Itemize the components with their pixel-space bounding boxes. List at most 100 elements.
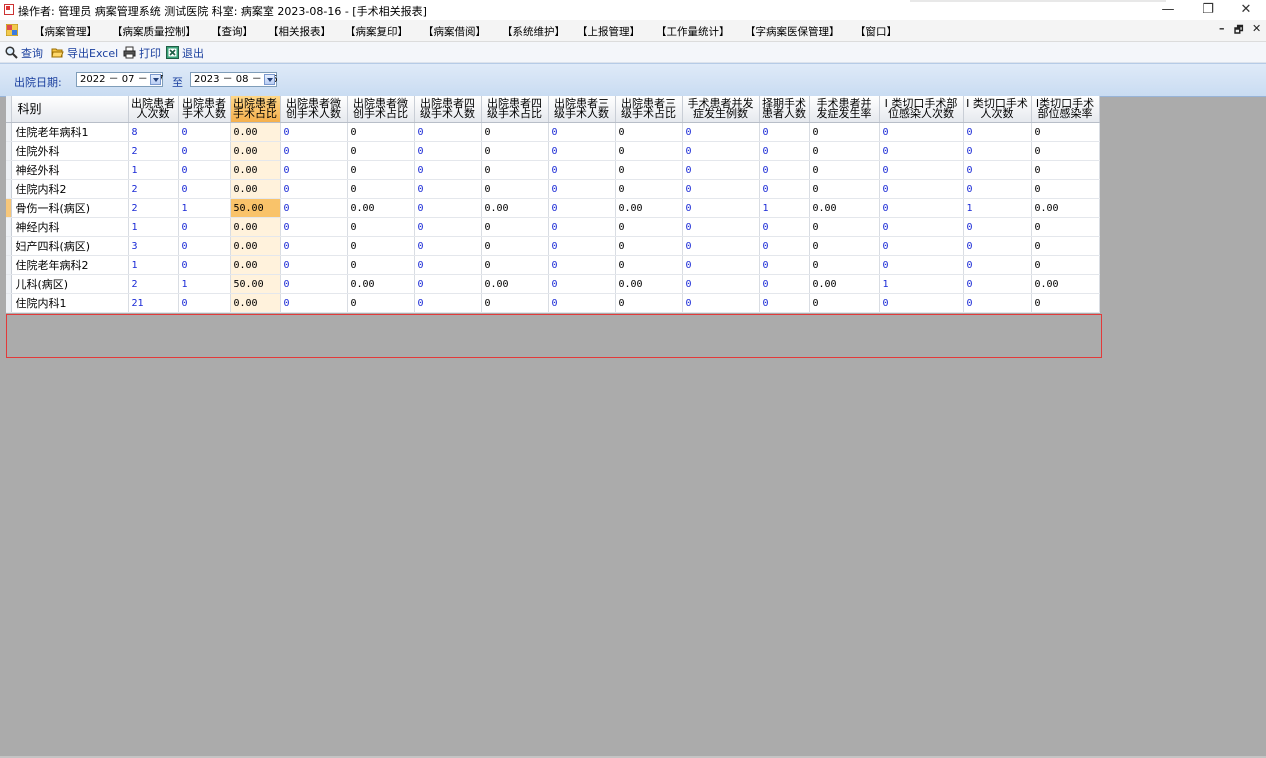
- table-cell[interactable]: 0: [963, 179, 1032, 199]
- column-header-11[interactable]: 择期手术患者人数: [759, 96, 810, 123]
- table-cell[interactable]: 0: [1031, 217, 1100, 237]
- date-from-picker[interactable]: 2022 － 07 － 17: [76, 72, 164, 87]
- table-cell[interactable]: 0: [481, 255, 549, 275]
- table-cell[interactable]: 0: [347, 122, 415, 142]
- table-cell[interactable]: 0: [347, 236, 415, 256]
- table-cell[interactable]: 2: [128, 198, 179, 218]
- table-cell[interactable]: 0: [481, 179, 549, 199]
- table-cell[interactable]: 0.00: [230, 293, 281, 313]
- table-cell[interactable]: 1: [128, 160, 179, 180]
- table-cell[interactable]: 0: [347, 293, 415, 313]
- table-cell[interactable]: 0: [414, 122, 482, 142]
- table-cell[interactable]: 1: [178, 274, 231, 294]
- table-cell[interactable]: 0: [280, 179, 348, 199]
- table-cell[interactable]: 0: [759, 160, 810, 180]
- column-header-7[interactable]: 出院患者四级手术占比: [481, 96, 549, 123]
- column-header-5[interactable]: 出院患者微创手术占比: [347, 96, 415, 123]
- column-header-14[interactable]: I 类切口手术人次数: [963, 96, 1032, 123]
- table-cell[interactable]: 0: [280, 198, 348, 218]
- menu-bingan-guanli[interactable]: 【病案管理】: [34, 24, 97, 39]
- table-cell[interactable]: 0: [1031, 141, 1100, 161]
- table-cell[interactable]: 8: [128, 122, 179, 142]
- table-cell[interactable]: 0: [178, 293, 231, 313]
- table-cell[interactable]: 0: [682, 179, 760, 199]
- department-cell[interactable]: 儿科(病区): [11, 274, 129, 294]
- column-header-9[interactable]: 出院患者三级手术占比: [615, 96, 683, 123]
- table-cell[interactable]: 0.00: [809, 274, 880, 294]
- date-to-picker[interactable]: 2023 － 08 － 16: [190, 72, 278, 87]
- table-cell[interactable]: 0: [481, 217, 549, 237]
- table-cell[interactable]: 0: [682, 198, 760, 218]
- table-cell[interactable]: 0: [414, 236, 482, 256]
- menu-chaxun[interactable]: 【查询】: [211, 24, 253, 39]
- department-cell[interactable]: 神经外科: [11, 160, 129, 180]
- column-header-15[interactable]: I类切口手术部位感染率: [1031, 96, 1100, 123]
- table-cell[interactable]: 0: [879, 293, 964, 313]
- table-cell[interactable]: 0.00: [809, 198, 880, 218]
- table-cell[interactable]: 50.00: [230, 274, 281, 294]
- column-header-12[interactable]: 手术患者并发症发生率: [809, 96, 880, 123]
- table-cell[interactable]: 0: [963, 122, 1032, 142]
- table-cell[interactable]: 0: [178, 160, 231, 180]
- table-cell[interactable]: 0: [759, 217, 810, 237]
- restore-button[interactable]: ❐: [1190, 0, 1226, 20]
- table-cell[interactable]: 0: [879, 217, 964, 237]
- table-cell[interactable]: 0: [759, 236, 810, 256]
- table-cell[interactable]: 0: [414, 160, 482, 180]
- table-cell[interactable]: 0.00: [230, 255, 281, 275]
- table-cell[interactable]: 0: [809, 293, 880, 313]
- column-header-4[interactable]: 出院患者微创手术人数: [280, 96, 348, 123]
- table-cell[interactable]: 0: [879, 198, 964, 218]
- table-cell[interactable]: 0: [280, 160, 348, 180]
- table-cell[interactable]: 0: [347, 217, 415, 237]
- table-cell[interactable]: 0: [414, 293, 482, 313]
- table-cell[interactable]: 1: [879, 274, 964, 294]
- table-cell[interactable]: 0: [414, 274, 482, 294]
- export-excel-button[interactable]: 导出Excel: [51, 45, 118, 60]
- department-cell[interactable]: 住院外科: [11, 141, 129, 161]
- table-cell[interactable]: 0: [615, 293, 683, 313]
- menu-gongzuoliang-tongji[interactable]: 【工作量统计】: [656, 24, 730, 39]
- table-row[interactable]: 住院老年病科2 1 0 0.00 0 0 0 0 0 0 0 0 0 0 0 0: [6, 255, 1100, 275]
- minimize-button[interactable]: —: [1150, 0, 1186, 20]
- table-cell[interactable]: 0.00: [230, 217, 281, 237]
- table-cell[interactable]: 0: [347, 160, 415, 180]
- table-row[interactable]: 住院外科 2 0 0.00 0 0 0 0 0 0 0 0 0 0 0 0: [6, 141, 1100, 161]
- table-row[interactable]: 妇产四科(病区) 3 0 0.00 0 0 0 0 0 0 0 0 0 0 0 0: [6, 236, 1100, 256]
- table-cell[interactable]: 0: [280, 217, 348, 237]
- table-cell[interactable]: 0: [280, 274, 348, 294]
- table-cell[interactable]: 0.00: [347, 198, 415, 218]
- table-cell[interactable]: 0: [879, 179, 964, 199]
- exit-button[interactable]: 退出: [166, 45, 204, 60]
- table-cell[interactable]: 0.00: [481, 274, 549, 294]
- table-cell[interactable]: 0: [548, 122, 616, 142]
- table-cell[interactable]: 3: [128, 236, 179, 256]
- table-cell[interactable]: 0: [963, 293, 1032, 313]
- table-cell[interactable]: 1: [759, 198, 810, 218]
- table-cell[interactable]: 0: [481, 236, 549, 256]
- table-row[interactable]: 住院内科2 2 0 0.00 0 0 0 0 0 0 0 0 0 0 0 0: [6, 179, 1100, 199]
- table-cell[interactable]: 0: [548, 179, 616, 199]
- table-cell[interactable]: 0: [682, 141, 760, 161]
- table-row[interactable]: 住院老年病科1 8 0 0.00 0 0 0 0 0 0 0 0 0 0 0 0: [6, 122, 1100, 142]
- table-cell[interactable]: 0: [682, 274, 760, 294]
- table-cell[interactable]: 0: [809, 255, 880, 275]
- table-cell[interactable]: 0: [615, 255, 683, 275]
- menu-xiangguan-baobiao[interactable]: 【相关报表】: [268, 24, 331, 39]
- department-cell[interactable]: 住院老年病科1: [11, 122, 129, 142]
- menu-bingan-fuyin[interactable]: 【病案复印】: [345, 24, 408, 39]
- table-cell[interactable]: 1: [178, 198, 231, 218]
- table-cell[interactable]: 0.00: [1031, 274, 1100, 294]
- menu-xitong-weihu[interactable]: 【系统维护】: [502, 24, 565, 39]
- table-cell[interactable]: 0: [548, 141, 616, 161]
- table-cell[interactable]: 0: [615, 141, 683, 161]
- mdi-close-button[interactable]: ✕: [1252, 22, 1261, 35]
- table-cell[interactable]: 0: [548, 293, 616, 313]
- window-menu-icon[interactable]: [6, 24, 18, 36]
- table-cell[interactable]: 0: [963, 274, 1032, 294]
- table-cell[interactable]: 0: [809, 160, 880, 180]
- table-cell[interactable]: 0.00: [1031, 198, 1100, 218]
- table-cell[interactable]: 0: [548, 160, 616, 180]
- table-cell[interactable]: 0: [1031, 255, 1100, 275]
- close-button[interactable]: ✕: [1228, 0, 1264, 20]
